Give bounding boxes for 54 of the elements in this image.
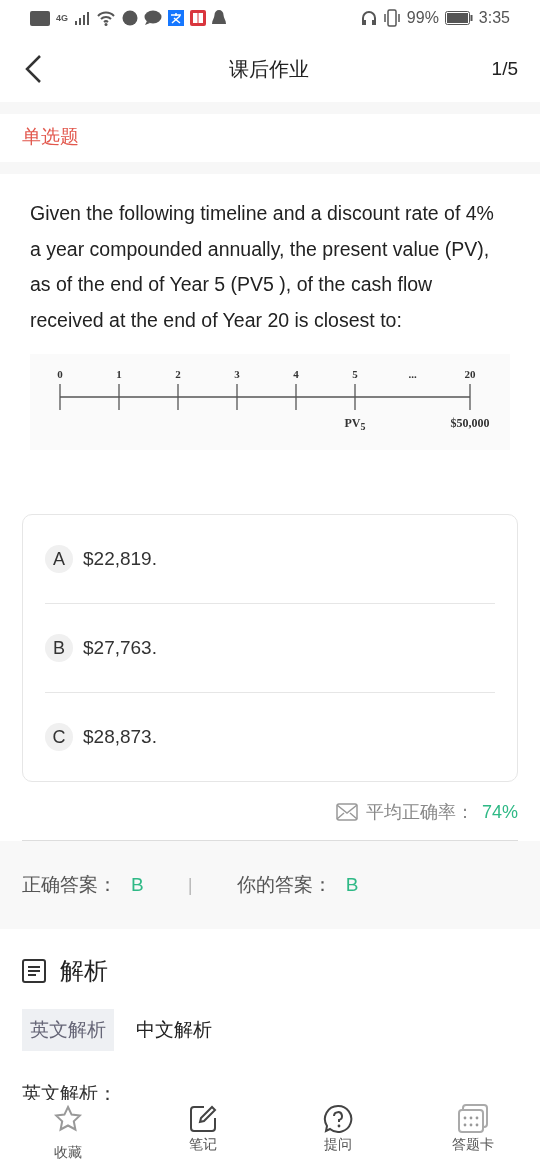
nav-item[interactable]: 提问	[270, 1100, 405, 1170]
timeline-tick-label: 4	[293, 368, 299, 380]
question-text: Given the following timeline and a discount rate of 4% a year compounded annually, the present value (PV), as of the end of Year 5 (PV5 ), of the cash flow received at the end of Year 20 is closest to:	[29, 201, 495, 333]
option-letter[interactable]: B	[45, 634, 73, 662]
timeline-tick-label: 3	[234, 368, 240, 380]
globe-icon	[122, 10, 138, 26]
document-icon	[22, 959, 46, 983]
analysis-tab[interactable]: 英文解析	[22, 1009, 114, 1051]
option-text[interactable]: $22,819.	[83, 548, 157, 570]
edit-icon	[187, 1104, 218, 1134]
accuracy-value: 74%	[481, 801, 518, 823]
page-title: 课后作业	[227, 56, 310, 82]
option-letter[interactable]: A	[45, 545, 73, 573]
accuracy-label: 平均正确率：	[365, 801, 474, 824]
timeline-tick-label: 1	[116, 368, 122, 380]
question-type: 单选题	[0, 102, 540, 174]
app-icon	[168, 10, 184, 26]
clock: 3:35	[478, 9, 510, 27]
analysis-tab[interactable]: 中文解析	[128, 1009, 220, 1051]
penguin-icon	[212, 10, 226, 26]
question-counter: 1/5	[491, 58, 518, 80]
book-icon	[190, 10, 206, 26]
vibrate-icon	[382, 9, 401, 27]
signal-icon	[74, 11, 90, 25]
hd-icon	[30, 10, 50, 26]
analysis-title: 解析	[60, 956, 108, 986]
timeline-tick-label: 2	[175, 368, 181, 380]
timeline-ellipsis: ...	[408, 368, 417, 380]
timeline-value-label: PV$_{5}$	[344, 416, 366, 433]
nav-item[interactable]: 笔记	[135, 1100, 270, 1170]
correct-answer-label: 正确答案：	[22, 873, 117, 897]
wifi-icon	[96, 10, 116, 26]
option-letter[interactable]: C	[45, 723, 73, 751]
option-text[interactable]: $27,763.	[83, 637, 157, 659]
separator: |	[187, 874, 193, 896]
question-bubble-icon	[322, 1104, 353, 1134]
mail-icon	[335, 803, 358, 821]
nav-item[interactable]: 答题卡	[405, 1100, 540, 1170]
timeline-tick-label: 0	[57, 368, 63, 380]
timeline-value-label: $50,000	[450, 416, 490, 431]
answer-card-icon	[456, 1104, 489, 1134]
network-type: 4G	[56, 13, 68, 23]
timeline-tick-label: 20	[464, 368, 476, 380]
your-answer: B	[345, 874, 359, 896]
star-icon	[52, 1104, 83, 1134]
headphones-icon	[360, 10, 377, 26]
battery-icon	[444, 11, 473, 25]
your-answer-label: 你的答案：	[236, 873, 332, 897]
correct-answer: B	[131, 874, 144, 896]
chat-icon	[144, 10, 162, 26]
nav-item[interactable]: 收藏	[0, 1100, 135, 1170]
timeline-tick-label: 5	[352, 368, 358, 380]
battery-percent: 99%	[406, 9, 439, 27]
option-text[interactable]: $28,873.	[83, 726, 157, 748]
